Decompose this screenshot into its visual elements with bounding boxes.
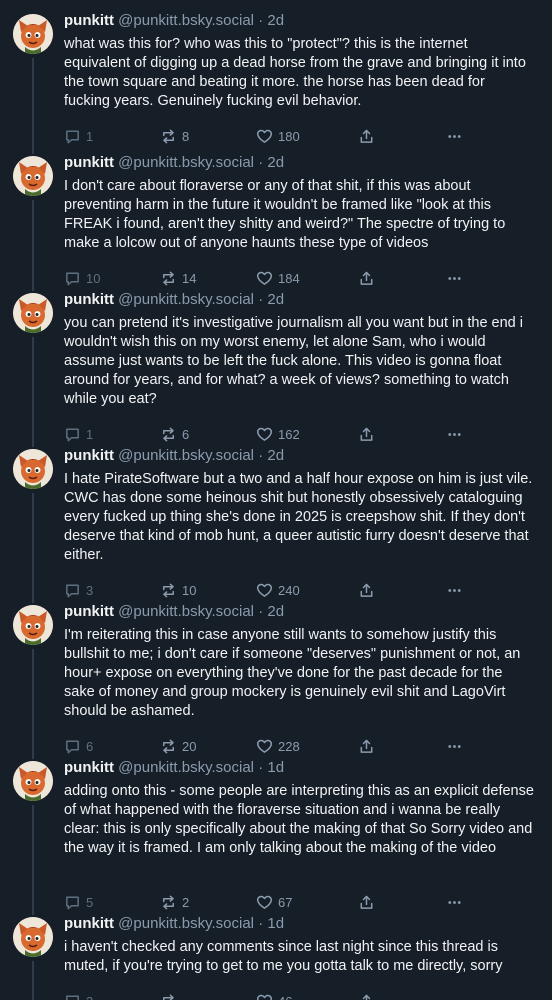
post-header: punkitt @punkitt.bsky.social · 2d [64,154,284,172]
author-handle[interactable]: @punkitt.bsky.social [118,12,254,29]
separator: · [258,603,264,620]
post-text: I'm reiterating this in case anyone stil… [64,627,521,719]
separator: · [258,447,264,464]
avatar[interactable] [13,156,53,196]
post[interactable]: punkitt @punkitt.bsky.social · 2d I'm re… [0,591,552,759]
post-text: I don't care about floraverse or any of … [64,178,506,251]
post[interactable]: punkitt @punkitt.bsky.social · 2d what w… [0,0,552,154]
avatar[interactable] [13,449,53,489]
author-name[interactable]: punkitt [64,915,114,932]
author-handle[interactable]: @punkitt.bsky.social [118,154,254,171]
author-handle[interactable]: @punkitt.bsky.social [118,447,254,464]
thread-line [32,200,34,291]
post-time[interactable]: 1d [267,915,284,932]
thread-line [32,337,34,447]
reply-button[interactable]: 3 [64,992,93,1000]
post-time[interactable]: 2d [267,291,284,308]
post-time[interactable]: 1d [267,759,284,776]
post-time[interactable]: 2d [267,447,284,464]
post[interactable]: punkitt @punkitt.bsky.social · 2d I hate… [0,435,552,603]
author-handle[interactable]: @punkitt.bsky.social [118,759,254,776]
author-name[interactable]: punkitt [64,12,114,29]
avatar[interactable] [13,605,53,645]
author-name[interactable]: punkitt [64,603,114,620]
post-text: I hate PirateSoftware but a two and a ha… [64,471,533,563]
thread-line [32,805,34,915]
avatar-image [13,14,53,54]
post-time[interactable]: 2d [267,12,284,29]
avatar[interactable] [13,761,53,801]
post-time[interactable]: 2d [267,603,284,620]
separator: · [258,759,264,776]
separator: · [258,12,264,29]
post-header: punkitt @punkitt.bsky.social · 2d [64,12,284,30]
thread-line [32,961,34,1000]
avatar-image [13,293,53,333]
reply-count: 3 [86,994,93,1000]
post-text: adding onto this - some people are inter… [64,783,534,856]
separator: · [258,915,264,932]
post-header: punkitt @punkitt.bsky.social · 2d [64,291,284,309]
post[interactable]: punkitt @punkitt.bsky.social · 2d you ca… [0,279,552,447]
avatar[interactable] [13,917,53,957]
more-options-button[interactable] [446,992,463,1000]
author-name[interactable]: punkitt [64,447,114,464]
post-time[interactable]: 2d [267,154,284,171]
separator: · [258,291,264,308]
avatar[interactable] [13,293,53,333]
post[interactable]: punkitt @punkitt.bsky.social · 2d I don'… [0,142,552,291]
thread-line [32,493,34,603]
post-text: i haven't checked any comments since las… [64,939,503,974]
avatar-image [13,156,53,196]
author-handle[interactable]: @punkitt.bsky.social [118,291,254,308]
post-header: punkitt @punkitt.bsky.social · 2d [64,603,284,621]
post-header: punkitt @punkitt.bsky.social · 1d [64,759,284,777]
avatar[interactable] [13,14,53,54]
author-name[interactable]: punkitt [64,759,114,776]
avatar-image [13,449,53,489]
post-header: punkitt @punkitt.bsky.social · 1d [64,915,284,933]
heart-icon [256,994,273,1000]
ellipsis-icon [448,999,461,1000]
avatar-image [13,605,53,645]
avatar-image [13,917,53,957]
avatar-image [13,761,53,801]
repost-arrows-icon [163,994,174,1000]
separator: · [258,154,264,171]
post-text: you can pretend it's investigative journ… [64,315,523,407]
share-upload-icon [362,994,371,1000]
author-name[interactable]: punkitt [64,291,114,308]
share-button[interactable] [358,992,375,1000]
thread-line [32,58,34,154]
author-handle[interactable]: @punkitt.bsky.social [118,915,254,932]
thread: punkitt @punkitt.bsky.social · 2d what w… [0,0,552,1000]
author-name[interactable]: punkitt [64,154,114,171]
post-header: punkitt @punkitt.bsky.social · 2d [64,447,284,465]
speech-bubble-icon [66,995,79,1000]
like-count: 46 [278,994,292,1000]
author-handle[interactable]: @punkitt.bsky.social [118,603,254,620]
post-text: what was this for? who was this to "prot… [64,36,526,109]
thread-line [32,649,34,759]
repost-button[interactable] [160,992,182,1000]
like-button[interactable]: 46 [256,992,292,1000]
post-actions: 3 46 [64,992,464,1000]
post[interactable]: punkitt @punkitt.bsky.social · 1d adding… [0,747,552,915]
post[interactable]: punkitt @punkitt.bsky.social · 1d i have… [0,903,552,1000]
